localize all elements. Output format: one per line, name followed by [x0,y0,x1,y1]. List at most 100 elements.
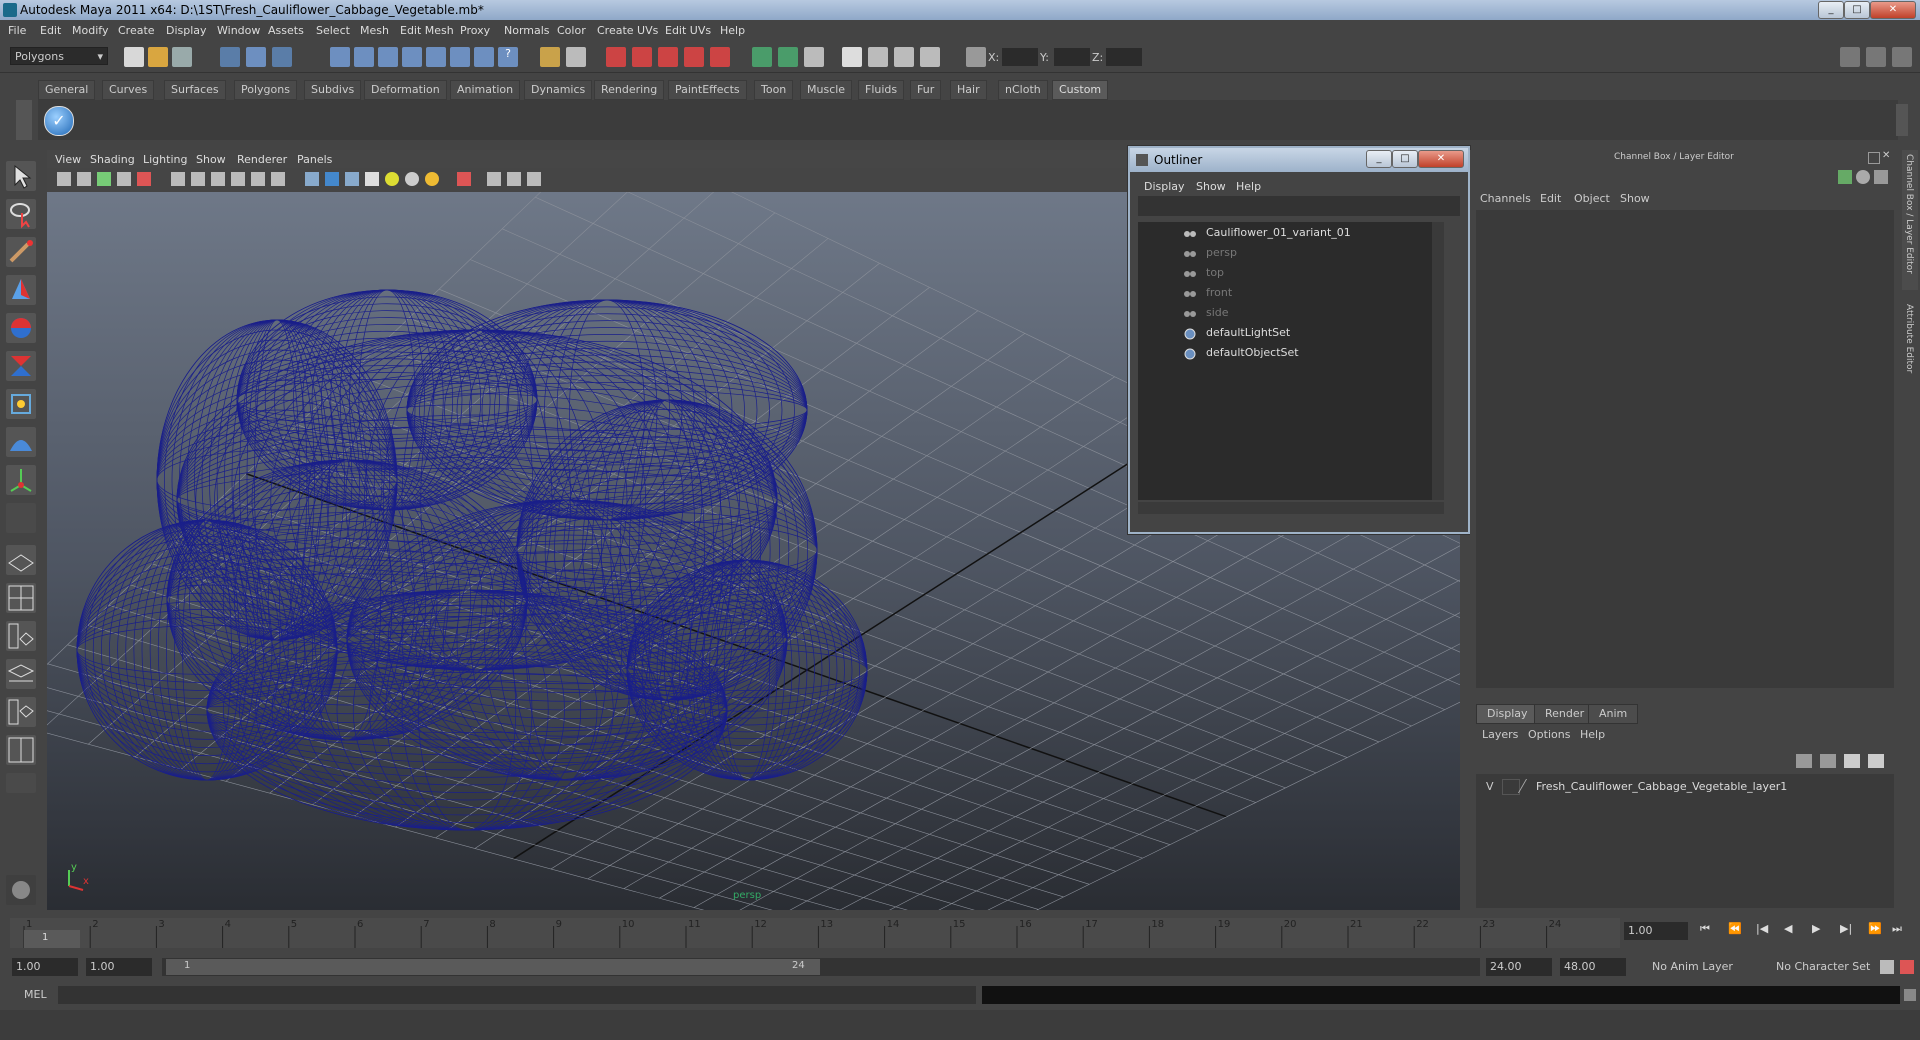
persp-graph-layout-icon[interactable] [6,659,36,689]
select-camera-icon[interactable] [57,172,71,186]
channels-menu-edit[interactable]: Edit [1540,192,1561,205]
paint-select-icon[interactable] [6,237,36,267]
shelf-tab-fur[interactable]: Fur [910,80,942,100]
shelf-menu-icon[interactable] [16,100,32,140]
magnet-icon[interactable] [540,47,560,67]
maximize-icon[interactable]: □ [1844,1,1870,19]
current-time-field[interactable]: 1.00 [1624,922,1688,940]
rotate-tool-icon[interactable] [6,313,36,343]
mel-label[interactable]: MEL [24,988,47,1001]
shelf-tab-subdivs[interactable]: Subdivs [304,80,362,100]
render-frame-icon[interactable] [632,47,652,67]
channels-menu-object[interactable]: Object [1574,192,1610,205]
shelf-tab-polygons[interactable]: Polygons [234,80,297,100]
snap-live-icon[interactable] [426,47,446,67]
close-icon[interactable]: ✕ [1870,1,1916,19]
select-object-icon[interactable] [246,47,266,67]
auto-key-icon[interactable] [1880,960,1894,974]
layer-menu-layers[interactable]: Layers [1482,728,1518,741]
menu-edit[interactable]: Edit [40,24,61,37]
open-scene-icon[interactable] [148,47,168,67]
side-tab-channel-box[interactable]: Channel Box / Layer Editor [1902,150,1918,290]
resolution-gate-icon[interactable] [191,172,205,186]
channel-icon-3[interactable] [1874,170,1888,184]
wireframe-on-shaded-icon[interactable] [345,172,359,186]
anim-layer-select[interactable]: No Anim Layer [1648,958,1754,976]
playback-start-field[interactable]: 1.00 [86,958,152,976]
select-component-icon[interactable] [272,47,292,67]
render-settings-icon[interactable] [684,47,704,67]
checkmark-icon[interactable]: ✓ [44,106,74,136]
menu-help[interactable]: Help [720,24,745,37]
shelf-tab-hair[interactable]: Hair [950,80,987,100]
channel-icon-2[interactable] [1856,170,1870,184]
character-set-select[interactable]: No Character Set [1772,958,1876,976]
menu-edit-uvs[interactable]: Edit UVs [665,24,711,37]
show-manipulator-icon[interactable] [6,465,36,495]
outliner-item[interactable]: side [1206,306,1229,319]
camera-attributes-icon[interactable] [77,172,91,186]
outliner-menu-help[interactable]: Help [1236,180,1261,193]
step-forward-key-icon[interactable]: ▶| [1840,922,1852,935]
outliner-vertical-scrollbar[interactable] [1432,222,1444,500]
outliner-item[interactable]: defaultObjectSet [1206,346,1299,359]
absolute-transform-icon[interactable] [966,47,986,67]
save-scene-icon[interactable] [172,47,192,67]
time-slider[interactable]: 1 2 3 4 5 6 7 8 9 10 11 12 13 14 15 16 17 18 19 20 21 22 23 24 … [10,918,1620,948]
shadows-icon[interactable] [425,172,439,186]
script-editor-icon[interactable] [6,875,36,905]
end-time-field[interactable]: 48.00 [1560,958,1626,976]
range-slider-track[interactable]: 1 24 [162,958,1480,976]
safe-title-icon[interactable] [271,172,285,186]
outliner-close-icon[interactable]: ✕ [1418,150,1464,168]
go-to-end-icon[interactable]: ⏭ [1892,922,1902,936]
snap-curve-icon[interactable] [354,47,374,67]
lasso-tool-icon[interactable] [6,199,36,229]
snap-grid-icon[interactable] [330,47,350,67]
outliner-item[interactable]: front [1206,286,1232,299]
vp-menu-show[interactable]: Show [196,153,226,166]
channels-menu-show[interactable]: Show [1620,192,1650,205]
layer-editor-icon[interactable] [894,47,914,67]
shelf-tab-custom[interactable]: Custom [1052,80,1109,100]
menu-mesh[interactable]: Mesh [360,24,389,37]
z-field[interactable] [1106,48,1142,66]
y-field[interactable] [1054,48,1090,66]
menu-edit-mesh[interactable]: Edit Mesh [400,24,454,37]
menu-assets[interactable]: Assets [268,24,304,37]
select-tool-icon[interactable] [6,161,36,191]
layer-row[interactable]: V Fresh_Cauliflower_Cabbage_Vegetable_la… [1480,778,1890,796]
image-plane-icon[interactable] [117,172,131,186]
channel-icon-1[interactable] [1838,170,1852,184]
current-time-indicator[interactable]: 1 [24,930,80,948]
shelf-tab-deformation[interactable]: Deformation [364,80,447,100]
vp-menu-renderer[interactable]: Renderer [237,153,287,166]
channel-toggle-icon[interactable] [804,47,824,67]
textured-icon[interactable] [365,172,379,186]
minimize-icon[interactable]: _ [1818,1,1844,19]
shelf-tab-animation[interactable]: Animation [450,80,521,100]
close-panel-icon[interactable]: ✕ [1882,150,1894,162]
use-default-light-icon[interactable] [385,172,399,186]
mel-command-input[interactable] [58,986,976,1004]
use-all-lights-icon[interactable] [405,172,419,186]
persp-outliner-layout-icon[interactable] [6,621,36,651]
menu-color[interactable]: Color [557,24,586,37]
single-perspective-layout-icon[interactable] [6,545,36,575]
outliner-item[interactable]: Cauliflower_01_variant_01 [1206,226,1351,239]
shelf-tab-rendering[interactable]: Rendering [594,80,665,100]
new-layer-icon[interactable] [1844,754,1860,768]
panel-toggle-icon[interactable] [778,47,798,67]
menu-set-select[interactable]: Polygons ▾ [10,47,108,65]
outliner-titlebar[interactable]: Outliner _ □ ✕ [1130,148,1468,172]
shelf-tab-general[interactable]: General [38,80,96,100]
float-panel-icon[interactable] [1868,152,1880,164]
layer-visibility-toggle[interactable]: V [1486,780,1494,793]
shelf-tab-muscle[interactable]: Muscle [800,80,853,100]
move-layer-up-icon[interactable] [1796,754,1812,768]
smooth-shading-icon[interactable] [325,172,339,186]
shelf-tab-dynamics[interactable]: Dynamics [524,80,593,100]
soft-modification-icon[interactable] [6,427,36,457]
tool-settings-icon[interactable] [868,47,888,67]
outliner-item[interactable]: defaultLightSet [1206,326,1290,339]
